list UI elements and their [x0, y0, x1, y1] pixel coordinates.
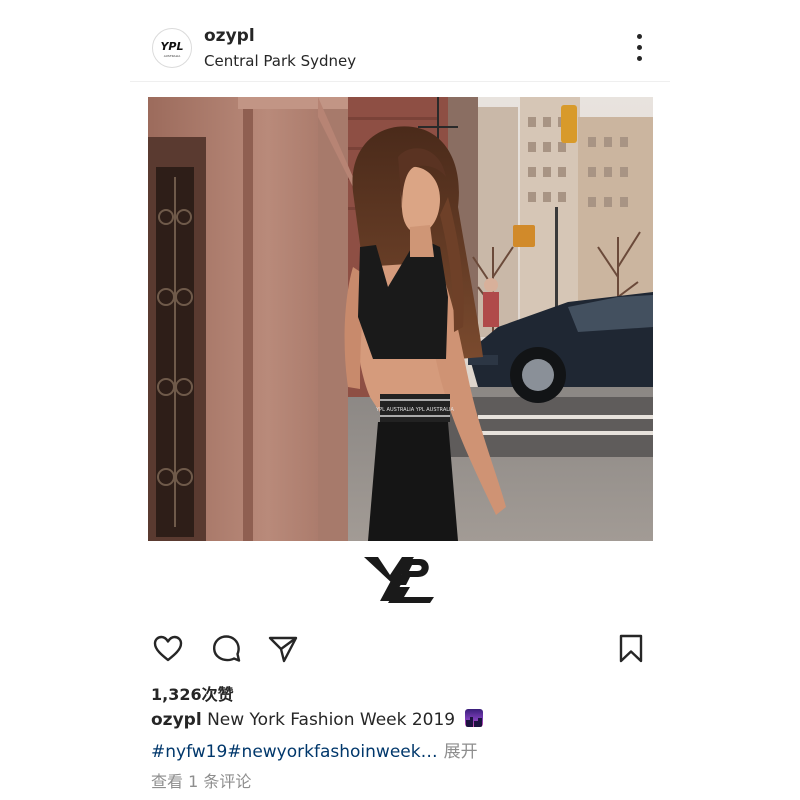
- view-comments-link[interactable]: 查看 1 条评论: [151, 768, 251, 792]
- save-button[interactable]: [614, 632, 648, 666]
- more-options-button[interactable]: [626, 30, 654, 66]
- avatar[interactable]: YPL AUSTRALIA: [152, 28, 192, 68]
- caption-hashtags: #nyfw19#newyorkfashoinweek… 展开: [151, 737, 478, 762]
- ypl-avatar-logo: YPL AUSTRALIA: [160, 40, 183, 58]
- svg-text:AUSTRALIA: AUSTRALIA: [164, 54, 182, 58]
- ypl-brand-logo: [362, 553, 438, 605]
- like-button[interactable]: [151, 632, 185, 666]
- comment-button[interactable]: [209, 632, 243, 666]
- instagram-post: YPL AUSTRALIA ozypl Central Park Sydney: [0, 0, 800, 800]
- post-location[interactable]: Central Park Sydney: [204, 52, 356, 70]
- street-fashion-photo: YPL AUSTRALIA YPL AUSTRALIA: [148, 97, 653, 541]
- likes-count[interactable]: 1,326次赞: [151, 681, 234, 705]
- bookmark-icon: [619, 634, 643, 663]
- paper-plane-icon: [268, 636, 298, 663]
- svg-text:YPL AUSTRALIA YPL AUSTRALIA: YPL AUSTRALIA YPL AUSTRALIA: [375, 407, 454, 413]
- share-button[interactable]: [266, 632, 300, 666]
- post-caption: ozypl New York Fashion Week 2019: [151, 709, 483, 730]
- caption-username[interactable]: ozypl: [151, 710, 202, 730]
- post-photo[interactable]: YPL AUSTRALIA YPL AUSTRALIA: [148, 97, 653, 541]
- caption-text: New York Fashion Week 2019: [207, 710, 456, 730]
- hashtag-links[interactable]: #nyfw19#newyorkfashoinweek…: [151, 742, 438, 762]
- heart-icon: [153, 635, 183, 662]
- more-vertical-icon: [637, 34, 642, 39]
- ypl-logo-icon: [364, 557, 434, 603]
- more-dot: [637, 45, 642, 50]
- night-with-stars-emoji-icon: [464, 709, 483, 727]
- post-header: YPL AUSTRALIA ozypl Central Park Sydney: [130, 18, 670, 80]
- header-divider: [130, 81, 670, 82]
- more-dot: [637, 56, 642, 61]
- svg-text:YPL: YPL: [160, 40, 183, 53]
- post-username[interactable]: ozypl: [204, 26, 255, 46]
- comment-bubble-icon: [212, 635, 241, 662]
- expand-caption-link[interactable]: 展开: [444, 742, 478, 762]
